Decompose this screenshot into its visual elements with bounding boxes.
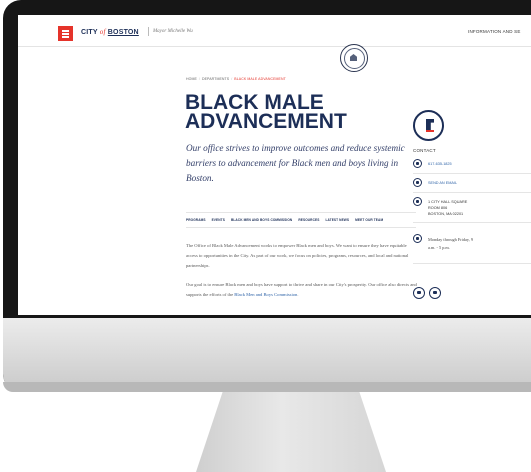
city-seal-icon[interactable]: [340, 44, 368, 72]
logo-boston-text: BOSTON: [107, 29, 139, 36]
contact-divider: [413, 173, 531, 174]
section-nav-latest-news[interactable]: LATEST NEWS: [325, 218, 349, 222]
contact-phone-text[interactable]: 617-635-1825: [428, 161, 452, 167]
header-nav-link[interactable]: INFORMATION AND SE: [468, 29, 521, 34]
instagram-icon[interactable]: [429, 287, 441, 299]
body-paragraph-1: The Office of Black Male Advancement wor…: [186, 243, 409, 268]
location-icon: [413, 197, 422, 206]
section-nav-programs[interactable]: PROGRAMS: [186, 218, 206, 222]
seal-building-icon: [350, 54, 357, 61]
contact-hours-text: Monday through Friday, 9 a.m. - 5 p.m.: [428, 236, 473, 252]
logo-city-text: CITY: [81, 29, 98, 36]
section-nav: PROGRAMS EVENTS BLACK MEN AND BOYS COMMI…: [186, 218, 416, 222]
monitor-chin: [3, 318, 531, 392]
department-logo-icon: [413, 110, 444, 141]
header-divider: [148, 27, 149, 36]
city-logo[interactable]: CITY of BOSTON: [81, 28, 139, 36]
email-icon: [413, 178, 422, 187]
clock-icon: [413, 234, 422, 243]
hours-line-1: Monday through Friday, 9: [428, 237, 474, 242]
contact-address-text: 1 CITY HALL SQUARE ROOM 806 BOSTON, MA 0…: [428, 199, 467, 217]
page-title: BLACK MALE ADVANCEMENT: [185, 91, 347, 133]
phone-icon: [413, 159, 422, 168]
page-intro: Our office strives to improve outcomes a…: [186, 143, 405, 183]
section-nav-meet-team[interactable]: MEET OUR TEAM: [355, 218, 383, 222]
twitter-icon[interactable]: [413, 287, 425, 299]
breadcrumb-home[interactable]: HOME: [186, 77, 197, 81]
breadcrumb-current: BLACK MALE ADVANCEMENT: [234, 77, 286, 81]
mayor-name: Mayor Michelle Wu: [153, 29, 193, 34]
section-nav-commission[interactable]: BLACK MEN AND BOYS COMMISSION: [231, 218, 292, 222]
contact-divider: [413, 192, 531, 193]
monitor-stand: [196, 392, 386, 472]
breadcrumb: HOME / DEPARTMENTS / BLACK MALE ADVANCEMENT: [186, 77, 286, 81]
commission-link[interactable]: Black Men and Boys Commission: [234, 292, 297, 297]
section-nav-events[interactable]: EVENTS: [212, 218, 225, 222]
contact-heading: CONTACT: [413, 148, 436, 153]
body-paragraph-2-end: .: [297, 292, 299, 297]
body-paragraph-2-text: Our goal is to ensure Black men and boys…: [186, 282, 417, 297]
breadcrumb-departments[interactable]: DEPARTMENTS: [202, 77, 229, 81]
address-line-3: BOSTON, MA 02201: [428, 212, 464, 216]
hours-line-2: a.m. - 5 p.m.: [428, 245, 450, 250]
subnav-divider-bottom: [186, 227, 416, 228]
site-header: CITY of BOSTON Mayor Michelle Wu INFORMA…: [18, 15, 531, 72]
menu-icon[interactable]: [58, 26, 73, 41]
section-nav-resources[interactable]: RESOURCES: [298, 218, 319, 222]
browser-viewport: CITY of BOSTON Mayor Michelle Wu INFORMA…: [18, 15, 531, 315]
body-paragraph-2: Our goal is to ensure Black men and boys…: [186, 280, 418, 300]
logo-of-text: of: [99, 28, 106, 36]
contact-email-link[interactable]: SEND AN EMAIL: [428, 180, 457, 186]
contact-divider: [413, 263, 531, 264]
contact-divider: [413, 222, 531, 223]
subnav-divider-top: [186, 212, 416, 213]
monitor-chin-edge: [3, 382, 531, 392]
